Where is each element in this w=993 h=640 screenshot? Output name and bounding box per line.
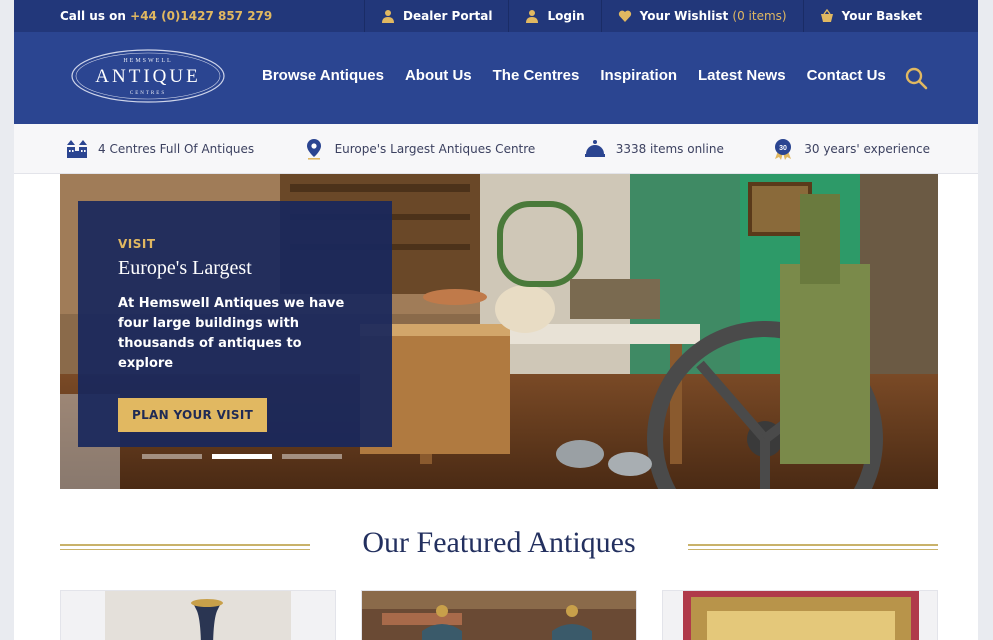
divider-line <box>688 544 938 550</box>
usp-centres: 4 Centres Full Of Antiques <box>66 138 254 160</box>
featured-card-urns[interactable] <box>361 590 637 640</box>
featured-section-header: Our Featured Antiques <box>60 520 938 570</box>
login-label: Login <box>547 9 585 23</box>
wishlist-count: (0 items) <box>732 9 787 23</box>
top-bar: Call us on +44 (0)1427 857 279 Dealer Po… <box>14 0 978 32</box>
dealer-portal-label: Dealer Portal <box>403 9 493 23</box>
badge-number: 30 <box>779 145 787 152</box>
search-icon[interactable] <box>904 66 928 90</box>
plan-your-visit-button[interactable]: PLAN YOUR VISIT <box>118 398 268 432</box>
location-pin-icon <box>306 138 321 160</box>
slider-dot[interactable] <box>142 454 202 459</box>
wishlist-label: Your Wishlist <box>639 9 729 23</box>
usp-centres-label: 4 Centres Full Of Antiques <box>98 141 255 156</box>
top-links: Dealer Portal Login Your Wishlist (0 ite… <box>364 0 938 32</box>
heart-icon <box>618 10 631 22</box>
slider-dot[interactable] <box>282 454 342 459</box>
site-logo[interactable]: HEMSWELL ANTIQUE CENTRES <box>68 46 228 106</box>
nav-browse-antiques[interactable]: Browse Antiques <box>262 67 384 84</box>
cloche-icon <box>584 139 605 157</box>
dealer-portal-link[interactable]: Dealer Portal <box>364 0 508 32</box>
basket-icon <box>820 9 833 22</box>
logo-bottom-text: CENTRES <box>130 91 166 96</box>
logo-main-text: ANTIQUE <box>95 66 200 87</box>
hero-text: At Hemswell Antiques we have four large … <box>118 296 345 371</box>
nav-latest-news[interactable]: Latest News <box>698 67 786 84</box>
nav-the-centres[interactable]: The Centres <box>493 67 580 84</box>
call-prefix: Call us on <box>60 9 126 23</box>
featured-card-frame[interactable] <box>662 590 938 640</box>
usp-experience: 30 30 years' experience <box>772 138 930 160</box>
product-image <box>362 591 636 640</box>
page: Call us on +44 (0)1427 857 279 Dealer Po… <box>14 0 978 640</box>
user-icon <box>526 10 539 23</box>
product-image <box>105 591 291 640</box>
basket-label: Your Basket <box>841 9 922 23</box>
slider-dot-active[interactable] <box>212 454 272 459</box>
hero-title: Europe's Largest <box>118 257 252 279</box>
phone-number-link[interactable]: +44 (0)1427 857 279 <box>130 9 272 23</box>
main-header: HEMSWELL ANTIQUE CENTRES Browse Antiques… <box>14 32 978 124</box>
usp-items-label: 3338 items online <box>615 141 724 156</box>
wishlist-link[interactable]: Your Wishlist (0 items) <box>600 0 803 32</box>
slider-dots <box>142 454 342 459</box>
basket-link[interactable]: Your Basket <box>802 0 938 32</box>
usp-items-online: 3338 items online <box>584 138 724 160</box>
user-icon <box>382 10 395 23</box>
featured-cards <box>60 590 938 640</box>
main-nav: Browse Antiques About Us The Centres Ins… <box>262 67 886 84</box>
featured-heading: Our Featured Antiques <box>362 526 636 559</box>
hero-panel: VISIT Europe's Largest At Hemswell Antiq… <box>78 201 392 447</box>
usp-experience-label: 30 years' experience <box>804 141 930 156</box>
nav-contact-us[interactable]: Contact Us <box>807 67 886 84</box>
nav-inspiration[interactable]: Inspiration <box>600 67 677 84</box>
usp-largest: Europe's Largest Antiques Centre <box>303 138 536 160</box>
featured-card-vase[interactable] <box>60 590 336 640</box>
award-badge-icon: 30 <box>775 138 792 160</box>
product-image <box>683 591 919 640</box>
usp-largest-label: Europe's Largest Antiques Centre <box>334 141 536 156</box>
nav-about-us[interactable]: About Us <box>405 67 472 84</box>
logo-top-text: HEMSWELL <box>123 58 172 64</box>
buildings-icon <box>67 139 87 158</box>
hero-eyebrow: VISIT <box>118 237 156 251</box>
hero-banner: VISIT Europe's Largest At Hemswell Antiq… <box>60 174 938 489</box>
usp-bar: 4 Centres Full Of Antiques Europe's Larg… <box>14 124 978 174</box>
login-link[interactable]: Login <box>508 0 600 32</box>
call-us-text: Call us on +44 (0)1427 857 279 <box>60 9 272 23</box>
